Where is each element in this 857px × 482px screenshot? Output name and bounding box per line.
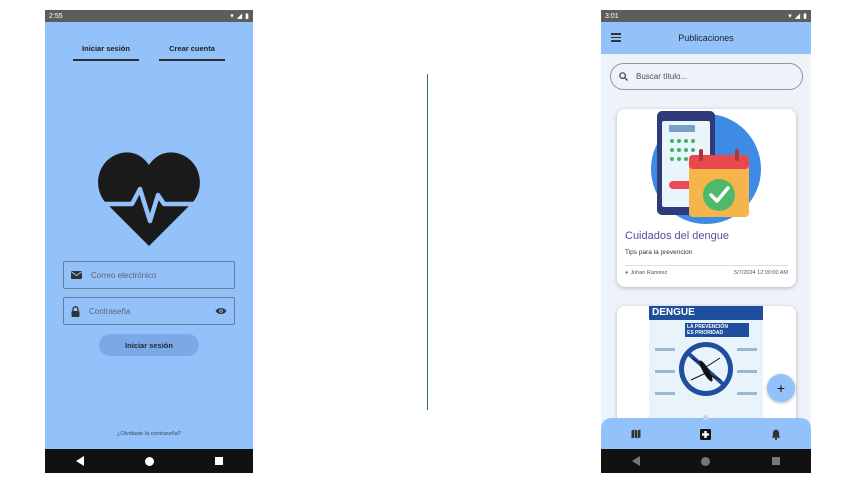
home-icon[interactable] — [701, 456, 711, 466]
login-screen: 2:55 ▾ ◢ ▮ Iniciar sesión Crear cuenta C… — [45, 10, 253, 473]
login-button[interactable]: Iniciar sesión — [99, 334, 199, 356]
system-nav-bar — [601, 449, 811, 473]
signal-icon: ◢ — [236, 13, 243, 20]
search-input[interactable]: Buscar título... — [610, 63, 803, 90]
tab-login[interactable]: Iniciar sesión — [73, 44, 139, 61]
poster-heading: DENGUE — [652, 307, 695, 318]
system-nav-bar — [45, 449, 253, 473]
author-name: Johan Ramirez — [630, 270, 668, 276]
publications-screen: 3:01 ▾ ◢ ▮ Publicaciones Buscar título..… — [601, 10, 811, 473]
add-post-button[interactable]: + — [767, 374, 795, 402]
signal-icon: ◢ — [794, 13, 801, 20]
post-date: 5/7/2024 12:00:00 AM — [734, 270, 788, 276]
mosquito-icon — [655, 342, 757, 396]
bell-icon[interactable] — [771, 429, 781, 440]
status-icons: ▾ ◢ ▮ — [788, 12, 807, 20]
post-author: ● Johan Ramirez — [625, 270, 667, 276]
heart-pulse-logo — [98, 152, 200, 246]
post-card[interactable]: Cuidados del dengue Tips para la prevenc… — [617, 109, 796, 287]
status-time: 2:55 — [49, 12, 63, 20]
recents-icon[interactable] — [214, 457, 223, 465]
battery-icon: ▮ — [803, 13, 807, 20]
tab-register[interactable]: Crear cuenta — [159, 44, 225, 61]
menu-icon[interactable] — [611, 33, 621, 44]
medical-cross-icon[interactable] — [700, 428, 712, 440]
person-icon: ● — [625, 270, 629, 276]
home-icon[interactable] — [144, 456, 154, 466]
wifi-icon: ▾ — [788, 13, 792, 20]
battery-icon: ▮ — [245, 13, 249, 20]
post-meta: ● Johan Ramirez 5/7/2024 12:00:00 AM — [625, 270, 788, 276]
lock-icon — [71, 305, 80, 317]
forgot-password-link[interactable]: ¿Olvidaste la contraseña? — [45, 431, 253, 437]
bottom-navigation — [601, 415, 811, 450]
recents-icon[interactable] — [772, 457, 781, 465]
post-subtitle: Tips para la prevencion — [625, 249, 693, 256]
back-icon[interactable] — [631, 456, 640, 466]
divider-line — [427, 74, 428, 410]
post-title: Cuidados del dengue — [625, 230, 729, 242]
mail-icon — [71, 271, 82, 279]
poster-badge-line2: ES PRIORIDAD — [687, 330, 724, 336]
app-bar: Publicaciones — [601, 22, 811, 54]
auth-tabs: Iniciar sesión Crear cuenta — [73, 44, 225, 61]
calendar-phone-illustration — [651, 111, 761, 224]
search-icon — [619, 72, 628, 81]
wifi-icon: ▾ — [230, 13, 234, 20]
password-placeholder: Contraseña — [89, 306, 131, 316]
email-placeholder: Correo electrónico — [91, 270, 157, 280]
page-title: Publicaciones — [678, 33, 734, 43]
password-field[interactable]: Contraseña — [63, 297, 235, 325]
status-bar: 3:01 ▾ ◢ ▮ — [601, 10, 811, 22]
map-icon[interactable] — [631, 429, 641, 439]
status-time: 3:01 — [605, 12, 619, 20]
card-divider — [625, 265, 788, 266]
eye-icon[interactable] — [215, 307, 227, 315]
search-placeholder: Buscar título... — [636, 72, 688, 81]
nav-indicator — [703, 415, 708, 420]
back-icon[interactable] — [75, 456, 84, 466]
dengue-poster-image: DENGUE LA PREVENCIÓN ES PRIORIDAD — [649, 306, 763, 426]
post-card[interactable]: DENGUE LA PREVENCIÓN ES PRIORIDAD — [617, 306, 796, 426]
email-field[interactable]: Correo electrónico — [63, 261, 235, 289]
status-bar: 2:55 ▾ ◢ ▮ — [45, 10, 253, 22]
status-icons: ▾ ◢ ▮ — [230, 12, 249, 20]
